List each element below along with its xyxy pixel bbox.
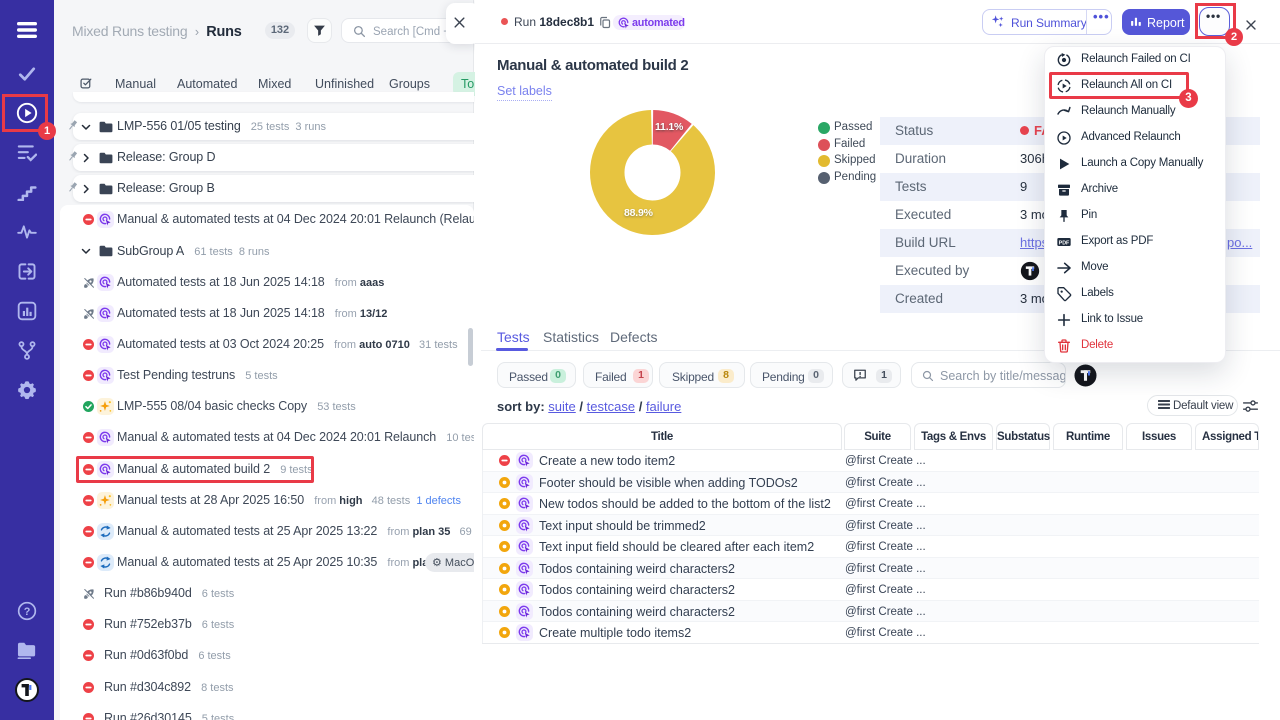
svg-text:PDF: PDF: [1059, 240, 1070, 246]
svg-text:?: ?: [24, 606, 31, 618]
